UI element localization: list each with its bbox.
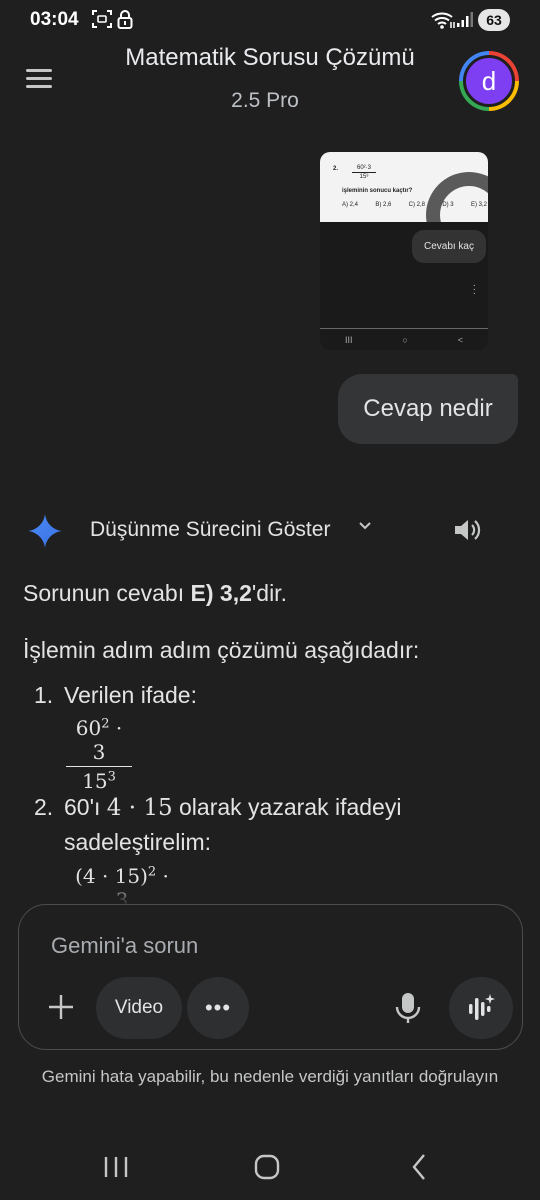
status-bar: 03:04 63: [0, 0, 540, 40]
microphone-icon[interactable]: [393, 991, 423, 1025]
answer-intro-text: Sorunun cevabı: [23, 580, 191, 606]
option-c: C) 2,8: [408, 202, 425, 208]
live-button[interactable]: [449, 977, 513, 1039]
chevron-down-icon[interactable]: [357, 518, 373, 534]
add-attachment-button[interactable]: [41, 987, 81, 1027]
watermark-logo: [426, 172, 488, 222]
more-options-button[interactable]: •••: [187, 977, 249, 1039]
fraction-numerator: 60²·3: [356, 165, 371, 171]
step-1-fraction: 602 · 3 153: [66, 716, 132, 793]
screenshot-dark-area: Cevabı kaç · · · III ○ <: [320, 222, 488, 350]
status-time: 03:04: [30, 9, 79, 30]
screenshot-bubble: Cevabı kaç: [411, 230, 486, 263]
speaker-icon[interactable]: [452, 515, 482, 545]
wifi-icon: [431, 12, 455, 29]
step-1-denominator: 153: [82, 769, 116, 793]
show-thinking-toggle[interactable]: Düşünme Sürecini Göster: [90, 518, 330, 542]
answer-suffix: 'dir.: [251, 580, 287, 606]
option-b: B) 2,6: [375, 202, 392, 208]
recents-button[interactable]: [104, 1157, 128, 1177]
signal-icon: [457, 12, 473, 27]
answer-bold: E) 3,2: [190, 580, 252, 606]
model-selector[interactable]: 2.5 Pro: [0, 89, 530, 113]
lock-icon: [117, 10, 133, 29]
home-button[interactable]: [254, 1154, 280, 1180]
video-button[interactable]: Video: [96, 977, 182, 1039]
disclaimer-text: Gemini hata yapabilir, bu nedenle verdiğ…: [41, 1067, 499, 1086]
scroll-fade: [0, 880, 540, 906]
option-a: A) 2,4: [342, 202, 359, 208]
step-2-line2: sadeleştirelim:: [64, 829, 211, 855]
step-1-number: 1.: [34, 682, 54, 708]
avatar: d: [463, 55, 515, 107]
answer-intro: Sorunun cevabı E) 3,2'dir.: [23, 580, 287, 607]
conversation-title: Matematik Sorusu Çözümü: [125, 44, 415, 71]
back-button[interactable]: [412, 1154, 425, 1180]
screenshot-icon: [92, 10, 112, 28]
question-number: 2.: [333, 166, 339, 172]
question-fraction: 60²·3 15³: [352, 165, 376, 180]
system-nav-bar: [104, 1154, 425, 1180]
step-2-math: 4 · 15: [106, 795, 173, 821]
user-message: Cevap nedir: [338, 374, 518, 444]
more-vert-icon: · · ·: [472, 280, 476, 299]
step-2-prefix: 60'ı: [64, 794, 107, 820]
steps-intro: İşlemin adım adım çözümü aşağıdadır:: [23, 637, 420, 663]
gemini-sparkle-icon: [28, 514, 62, 548]
step-1-text: Verilen ifade:: [64, 682, 197, 708]
screenshot-nav-bar: III ○ <: [320, 328, 488, 350]
step-2-number: 2.: [34, 794, 54, 820]
recents-icon: III: [344, 334, 353, 345]
step-2-text: 60'ı 4 · 15 olarak yazarak ifadeyi: [64, 794, 401, 821]
prompt-input-box[interactable]: Gemini'a sorun Video •••: [18, 904, 523, 1050]
attached-image[interactable]: 2. 60²·3 15³ işleminin sonucu kaçtır? A)…: [320, 152, 488, 350]
fraction-denominator: 15³: [359, 174, 369, 180]
prompt-input[interactable]: Gemini'a sorun: [51, 933, 198, 959]
step-2-suffix: olarak yazarak ifadeyi: [172, 794, 402, 820]
back-icon: <: [457, 334, 464, 345]
account-avatar-button[interactable]: d: [459, 51, 519, 111]
question-text: işleminin sonucu kaçtır?: [342, 188, 413, 194]
step-1-numerator: 602 · 3: [75, 716, 123, 764]
plus-icon: [49, 995, 73, 1019]
live-waveform-icon: [469, 994, 495, 1020]
battery-indicator: 63: [478, 9, 510, 31]
question-photo: 2. 60²·3 15³ işleminin sonucu kaçtır? A)…: [320, 152, 488, 222]
home-icon: ○: [402, 334, 408, 345]
